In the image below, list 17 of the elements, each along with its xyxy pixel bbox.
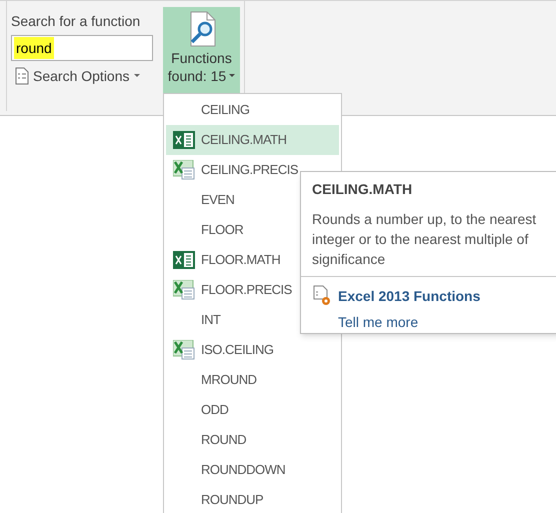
functions-found-button[interactable]: Functions found: 15 (163, 7, 240, 94)
spreadsheet-icon (172, 130, 194, 150)
search-options-button[interactable]: Search Options (15, 65, 159, 87)
spreadsheet-icon (172, 250, 194, 270)
search-value: round (14, 37, 54, 59)
options-icon (15, 67, 29, 85)
document-gear-icon (312, 285, 332, 307)
search-label: Search for a function (11, 12, 142, 31)
caret-icon (229, 74, 236, 78)
spreadsheet-icon (172, 280, 194, 300)
tell-me-more-link[interactable]: Tell me more (338, 314, 418, 330)
spreadsheet-icon (172, 340, 194, 360)
functions-link[interactable]: Excel 2013 Functions (338, 286, 480, 306)
spreadsheet-icon (172, 160, 194, 180)
search-field[interactable]: round (11, 35, 153, 61)
caret-icon (134, 74, 140, 78)
function-item[interactable]: CEILING.MATH (166, 125, 339, 155)
